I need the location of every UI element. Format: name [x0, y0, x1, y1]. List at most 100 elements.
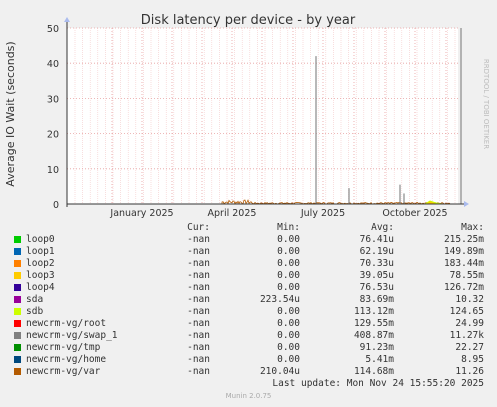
legend-series-name: newcrm-vg/swap_1 — [26, 330, 118, 341]
legend-value-avg: 62.19u — [359, 246, 394, 257]
munin-version: Munin 2.0.75 — [225, 392, 272, 400]
legend-value-min: 0.00 — [277, 342, 300, 353]
legend-series-name: newcrm-vg/root — [26, 318, 107, 329]
legend-row: loop2 -nan 0.00 70.33u 183.44m — [0, 258, 497, 270]
legend-series-name: sdb — [26, 306, 44, 317]
legend-value-max: 8.95 — [461, 354, 484, 365]
legend-value-max: 11.26 — [455, 366, 484, 377]
legend-value-min: 223.54u — [259, 294, 300, 305]
legend-swatch — [14, 344, 21, 351]
legend-header-cur: Cur: — [187, 222, 210, 233]
legend-series-name: loop4 — [26, 282, 55, 293]
legend-series-name: newcrm-vg/var — [26, 366, 101, 377]
legend-header-max: Max: — [461, 222, 484, 233]
legend-header-min: Min: — [277, 222, 300, 233]
legend-swatch — [14, 368, 21, 375]
y-tick-label: 10 — [47, 165, 59, 176]
last-update: Last update: Mon Nov 24 15:55:20 2025 — [0, 378, 497, 390]
legend-value-max: 124.65 — [449, 306, 484, 317]
legend-value-cur: -nan — [187, 342, 210, 353]
legend-series-name: newcrm-vg/tmp — [26, 342, 101, 353]
legend-value-avg: 91.23m — [359, 342, 394, 353]
legend-value-cur: -nan — [187, 246, 210, 257]
legend-value-cur: -nan — [187, 234, 210, 245]
legend-series-name: loop2 — [26, 258, 55, 269]
legend-row: newcrm-vg/var -nan 210.04u 114.68m 11.26 — [0, 366, 497, 378]
legend-value-min: 0.00 — [277, 354, 300, 365]
legend-swatch — [14, 308, 21, 315]
legend-swatch — [14, 272, 21, 279]
legend-value-max: 126.72m — [443, 282, 484, 293]
legend-row: newcrm-vg/tmp -nan 0.00 91.23m 22.27 — [0, 342, 497, 354]
y-tick-label: 30 — [47, 94, 59, 105]
legend-value-max: 11.27k — [449, 330, 484, 341]
legend-value-min: 0.00 — [277, 282, 300, 293]
legend-value-cur: -nan — [187, 282, 210, 293]
legend-value-min: 0.00 — [277, 246, 300, 257]
legend-value-avg: 129.55m — [353, 318, 394, 329]
y-tick-label: 0 — [53, 200, 59, 211]
legend-value-cur: -nan — [187, 306, 210, 317]
legend-value-avg: 70.33u — [359, 258, 394, 269]
legend-value-avg: 39.05u — [359, 270, 394, 281]
legend-value-max: 24.99 — [455, 318, 484, 329]
legend-series-name: loop1 — [26, 246, 55, 257]
legend-series-name: newcrm-vg/home — [26, 354, 107, 365]
legend-swatch — [14, 332, 21, 339]
legend-swatch — [14, 248, 21, 255]
y-axis-label: Average IO Wait (seconds) — [4, 41, 17, 186]
legend-row: sda -nan 223.54u 83.69m 10.32 — [0, 294, 497, 306]
legend-swatch — [14, 236, 21, 243]
legend-swatch — [14, 260, 21, 267]
legend-value-min: 210.04u — [259, 366, 300, 377]
legend-row: loop4 -nan 0.00 76.53u 126.72m — [0, 282, 497, 294]
chart-title: Disk latency per device - by year — [141, 13, 356, 28]
legend-value-cur: -nan — [187, 354, 210, 365]
legend-value-avg: 76.41u — [359, 234, 394, 245]
legend-row: newcrm-vg/home -nan 0.00 5.41m 8.95 — [0, 354, 497, 366]
y-tick-label: 40 — [47, 59, 59, 70]
legend-header: Cur: Min: Avg: Max: — [0, 222, 497, 234]
legend-value-avg: 114.68m — [353, 366, 394, 377]
legend-value-avg: 113.12m — [353, 306, 394, 317]
legend-value-max: 22.27 — [455, 342, 484, 353]
legend-series-name: sda — [26, 294, 44, 305]
legend-value-avg: 83.69m — [359, 294, 394, 305]
legend-series-name: loop0 — [26, 234, 55, 245]
x-tick-label: January 2025 — [109, 208, 173, 219]
legend-series-name: loop3 — [26, 270, 55, 281]
legend-value-min: 0.00 — [277, 318, 300, 329]
legend-swatch — [14, 356, 21, 363]
legend-value-cur: -nan — [187, 294, 210, 305]
last-update-text: Last update: Mon Nov 24 15:55:20 2025 — [272, 378, 484, 389]
legend-header-avg: Avg: — [371, 222, 394, 233]
legend-value-min: 0.00 — [277, 234, 300, 245]
legend-value-min: 0.00 — [277, 330, 300, 341]
legend-row: newcrm-vg/swap_1 -nan 0.00 408.87m 11.27k — [0, 330, 497, 342]
legend-value-max: 78.55m — [449, 270, 484, 281]
legend-value-cur: -nan — [187, 366, 210, 377]
legend-swatch — [14, 296, 21, 303]
legend-value-min: 0.00 — [277, 258, 300, 269]
legend-swatch — [14, 284, 21, 291]
legend-row: loop3 -nan 0.00 39.05u 78.55m — [0, 270, 497, 282]
legend-value-cur: -nan — [187, 258, 210, 269]
legend-value-max: 149.89m — [443, 246, 484, 257]
plot-area — [67, 28, 458, 204]
x-tick-label: July 2025 — [300, 208, 345, 219]
legend-value-min: 0.00 — [277, 306, 300, 317]
legend-value-cur: -nan — [187, 330, 210, 341]
y-tick-label: 50 — [47, 24, 59, 35]
y-tick-label: 20 — [47, 130, 59, 141]
legend-value-max: 10.32 — [455, 294, 484, 305]
legend-row: loop0 -nan 0.00 76.41u 215.25m — [0, 234, 497, 246]
legend-value-max: 183.44m — [443, 258, 484, 269]
legend-row: newcrm-vg/root -nan 0.00 129.55m 24.99 — [0, 318, 497, 330]
legend-row: loop1 -nan 0.00 62.19u 149.89m — [0, 246, 497, 258]
legend-value-avg: 76.53u — [359, 282, 394, 293]
legend-swatch — [14, 320, 21, 327]
legend-value-min: 0.00 — [277, 270, 300, 281]
x-tick-label: April 2025 — [208, 208, 257, 219]
x-tick-label: October 2025 — [382, 208, 447, 219]
legend-row: sdb -nan 0.00 113.12m 124.65 — [0, 306, 497, 318]
